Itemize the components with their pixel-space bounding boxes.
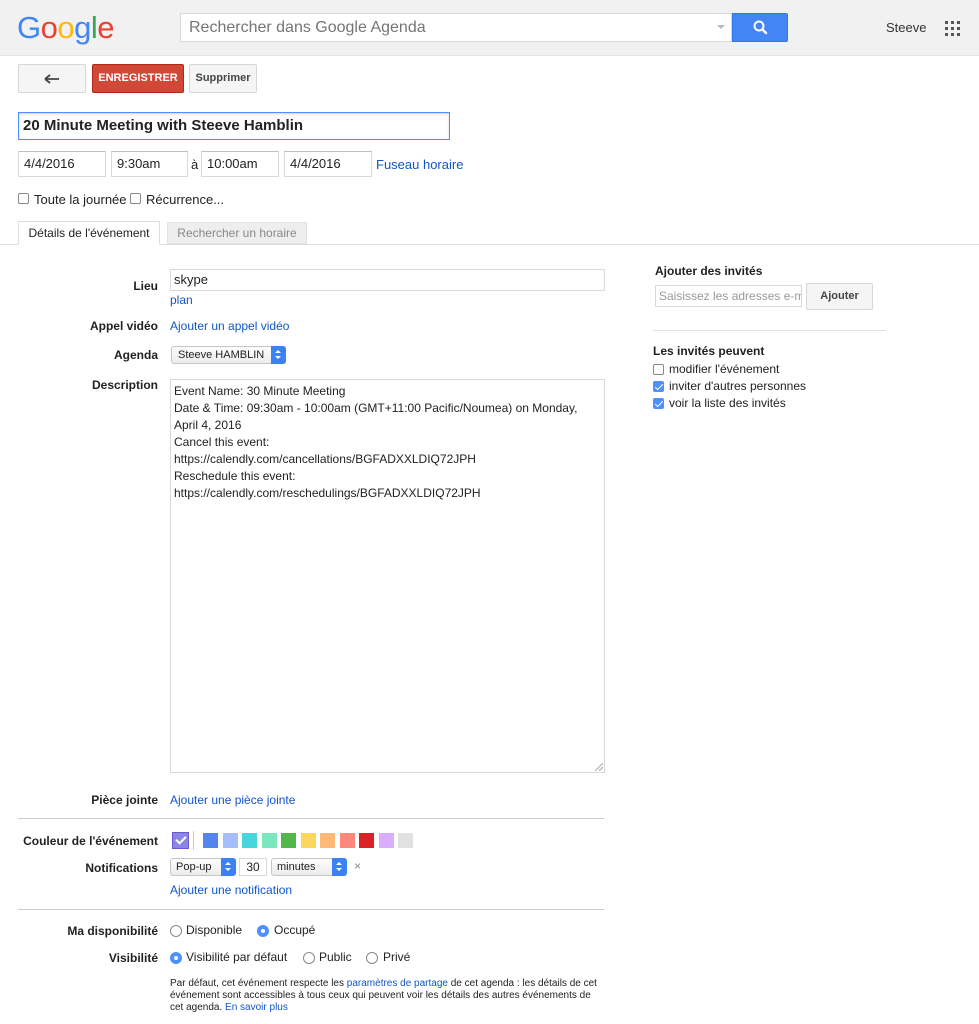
color-swatch[interactable]: [222, 833, 238, 848]
visibility-public-radio[interactable]: [303, 952, 315, 964]
availability-label: Ma disponibilité: [67, 924, 158, 938]
description-textarea[interactable]: Event Name: 30 Minute Meeting Date & Tim…: [170, 379, 605, 773]
resize-grip-icon[interactable]: [595, 763, 603, 771]
event-color-label: Couleur de l'événement: [23, 834, 158, 848]
add-guests-title: Ajouter des invités: [655, 264, 763, 278]
availability-busy-radio[interactable]: [257, 925, 269, 937]
tab-find-time[interactable]: Rechercher un horaire: [167, 222, 307, 244]
back-arrow-icon: [44, 74, 59, 84]
attachment-label: Pièce jointe: [91, 793, 158, 807]
select-arrows-icon: [221, 858, 236, 876]
visibility-public-label: Public: [319, 950, 352, 964]
all-day-label: Toute la journée: [34, 192, 127, 207]
event-title-input[interactable]: 20 Minute Meeting with Steeve Hamblin: [18, 112, 450, 140]
select-arrows-icon: [271, 346, 286, 364]
start-date-field[interactable]: 4/4/2016: [18, 151, 106, 177]
description-line: Event Name: 30 Minute Meeting: [174, 384, 346, 398]
learn-more-link[interactable]: En savoir plus: [225, 1002, 288, 1013]
notification-type-select[interactable]: Pop-up: [170, 858, 236, 876]
notification-type-value: Pop-up: [176, 861, 212, 873]
visibility-note-text: Par défaut, cet événement respecte les: [170, 978, 347, 989]
visibility-note: Par défaut, cet événement respecte les p…: [170, 978, 600, 1014]
description-line: Reschedule this event:: [174, 469, 296, 483]
sharing-settings-link[interactable]: paramètres de partage: [347, 978, 448, 989]
user-name[interactable]: Steeve: [886, 20, 926, 35]
add-video-call-link[interactable]: Ajouter un appel vidéo: [170, 319, 289, 333]
tab-event-details[interactable]: Détails de l'événement: [18, 221, 160, 245]
description-label: Description: [91, 378, 158, 392]
color-swatch[interactable]: [398, 833, 413, 848]
calendar-label: Agenda: [113, 348, 158, 362]
availability-free-label: Disponible: [186, 923, 243, 937]
description-line: Cancel this event:: [174, 435, 270, 449]
video-call-label: Appel vidéo: [89, 319, 158, 333]
notification-unit-select[interactable]: minutes: [271, 858, 347, 876]
search-input[interactable]: [181, 14, 701, 41]
visibility-private-label: Privé: [383, 950, 411, 964]
color-swatch[interactable]: [281, 833, 296, 848]
color-swatch-selected[interactable]: [172, 832, 189, 849]
calendar-select[interactable]: Steeve HAMBLIN: [171, 346, 286, 364]
color-divider: [193, 831, 194, 850]
add-guest-button[interactable]: Ajouter: [806, 283, 873, 310]
perm-see-list-label: voir la liste des invités: [669, 396, 786, 410]
divider: [18, 909, 604, 910]
color-swatch[interactable]: [320, 833, 335, 848]
description-line: Date & Time: 09:30am - 10:00am (GMT+11:0…: [174, 401, 578, 415]
end-time-field[interactable]: 10:00am: [201, 151, 279, 177]
back-button[interactable]: [18, 64, 86, 93]
map-link[interactable]: plan: [170, 293, 193, 307]
availability-free-radio[interactable]: [170, 925, 182, 937]
search-box[interactable]: [180, 13, 732, 42]
remove-notification-icon[interactable]: ×: [354, 859, 361, 873]
perm-see-list-checkbox[interactable]: [653, 398, 664, 409]
all-day-checkbox[interactable]: [18, 193, 29, 204]
visibility-default-label: Visibilité par défaut: [186, 950, 288, 964]
visibility-label: Visibilité: [108, 951, 158, 965]
add-attachment-link[interactable]: Ajouter une pièce jointe: [170, 793, 295, 807]
color-swatch[interactable]: [339, 833, 355, 848]
select-arrows-icon: [332, 858, 347, 876]
start-time-field[interactable]: 9:30am: [111, 151, 188, 177]
end-date-field[interactable]: 4/4/2016: [284, 151, 372, 177]
timezone-link[interactable]: Fuseau horaire: [376, 157, 463, 172]
color-swatch[interactable]: [359, 833, 374, 848]
to-label: à: [191, 157, 199, 172]
delete-button[interactable]: Supprimer: [189, 64, 257, 93]
availability-busy-label: Occupé: [274, 923, 316, 937]
calendar-select-value: Steeve HAMBLIN: [178, 349, 265, 361]
divider: [18, 818, 604, 819]
color-swatch[interactable]: [378, 833, 394, 848]
visibility-default-radio[interactable]: [170, 952, 182, 964]
notification-unit-value: minutes: [277, 861, 316, 873]
description-line: April 4, 2016: [174, 418, 242, 432]
guest-email-input[interactable]: Saisissez les adresses e-mail: [655, 285, 802, 307]
google-logo[interactable]: Google: [17, 11, 115, 45]
color-swatch[interactable]: [300, 833, 316, 848]
add-notification-link[interactable]: Ajouter une notification: [170, 883, 292, 897]
description-line: https://calendly.com/cancellations/BGFAD…: [174, 452, 476, 466]
recurrence-checkbox[interactable]: [130, 193, 141, 204]
search-options-dropdown[interactable]: [717, 25, 725, 29]
save-button[interactable]: ENREGISTRER: [92, 64, 184, 93]
perm-invite-label: inviter d'autres personnes: [669, 379, 807, 393]
visibility-private-radio[interactable]: [366, 952, 378, 964]
perm-modify-label: modifier l'événement: [669, 362, 780, 376]
search-icon: [753, 20, 768, 35]
color-swatch[interactable]: [203, 833, 218, 848]
recurrence-label: Récurrence...: [146, 192, 225, 207]
guest-permissions-title: Les invités peuvent: [653, 344, 765, 358]
perm-modify-checkbox[interactable]: [653, 364, 664, 375]
search-button[interactable]: [732, 13, 788, 42]
notification-value-input[interactable]: 30: [239, 858, 267, 876]
perm-invite-checkbox[interactable]: [653, 381, 664, 392]
notifications-label: Notifications: [85, 861, 158, 875]
color-swatch[interactable]: [261, 833, 277, 848]
divider: [653, 330, 886, 331]
location-input[interactable]: skype: [170, 269, 605, 291]
apps-grid-icon[interactable]: [945, 21, 960, 36]
color-swatch[interactable]: [242, 833, 257, 848]
location-label: Lieu: [133, 279, 158, 293]
description-line: https://calendly.com/reschedulings/BGFAD…: [174, 486, 481, 500]
